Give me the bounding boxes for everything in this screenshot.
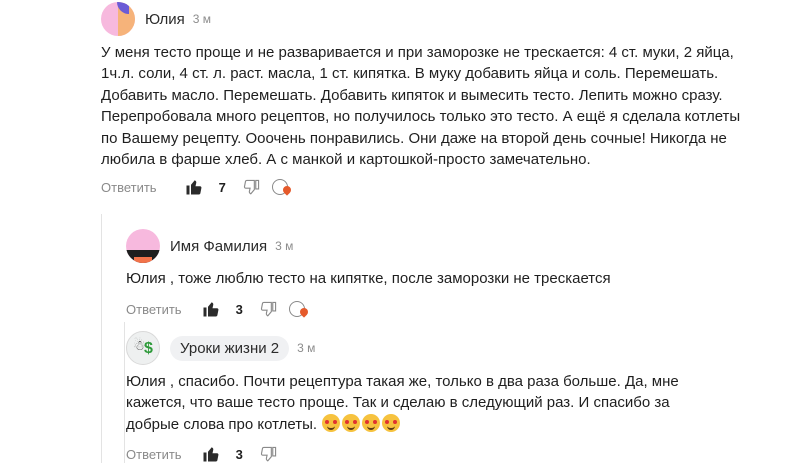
thread-line	[124, 322, 125, 463]
comment-text: Юлия , тоже люблю тесто на кипятке, посл…	[126, 270, 611, 287]
dislike-icon[interactable]	[260, 446, 277, 463]
comment-actions: Ответить 7	[101, 178, 741, 197]
comment-header: ☃ $ Уроки жизни 2 3 м	[126, 331, 726, 365]
reaction-icon[interactable]	[271, 178, 294, 197]
smiling-hearts-emoji-icon	[361, 413, 380, 432]
author-name[interactable]: Юлия	[145, 11, 185, 28]
emoji-row	[321, 413, 402, 433]
reply-button[interactable]: Ответить	[126, 447, 182, 462]
smiling-hearts-emoji-icon	[381, 413, 400, 432]
like-icon[interactable]	[202, 445, 220, 463]
like-count: 7	[218, 179, 226, 195]
avatar[interactable]: ☃ $	[126, 331, 160, 365]
dislike-icon[interactable]	[243, 179, 260, 196]
comment-actions: Ответить 3	[126, 300, 726, 319]
reply-button[interactable]: Ответить	[101, 180, 157, 195]
comment-text-body: Юлия , спасибо. Почти рецептура такая же…	[126, 373, 679, 433]
like-icon[interactable]	[202, 300, 220, 318]
comment: ☃ $ Уроки жизни 2 3 м Юлия , спасибо. По…	[126, 331, 726, 463]
like-icon[interactable]	[185, 178, 203, 196]
author-name[interactable]: Уроки жизни 2	[170, 335, 290, 361]
reply-button[interactable]: Ответить	[126, 302, 182, 317]
comment: Имя Фамилия 3 м Юлия , тоже люблю тесто …	[126, 229, 726, 319]
comment-time: 3 м	[192, 12, 211, 26]
avatar[interactable]	[101, 2, 135, 36]
like-count: 3	[235, 301, 243, 317]
smiling-hearts-emoji-icon	[341, 413, 360, 432]
comment: Юлия 3 м У меня тесто проще и не развари…	[101, 2, 741, 197]
comment-time: 3 м	[297, 341, 316, 355]
comment-header: Юлия 3 м	[101, 2, 741, 36]
comment-actions: Ответить 3	[126, 445, 726, 463]
author-name[interactable]: Имя Фамилия	[170, 238, 267, 255]
comment-text: Юлия , спасибо. Почти рецептура такая же…	[126, 371, 726, 435]
like-count: 3	[235, 446, 243, 462]
thread-line	[101, 214, 102, 463]
avatar[interactable]	[126, 229, 160, 263]
comment-text: У меня тесто проще и не разваривается и …	[101, 44, 741, 169]
comment-header: Имя Фамилия 3 м	[126, 229, 726, 263]
dislike-icon[interactable]	[260, 301, 277, 318]
smiling-hearts-emoji-icon	[321, 413, 340, 432]
comment-time: 3 м	[275, 239, 294, 253]
reaction-icon[interactable]	[288, 300, 311, 319]
